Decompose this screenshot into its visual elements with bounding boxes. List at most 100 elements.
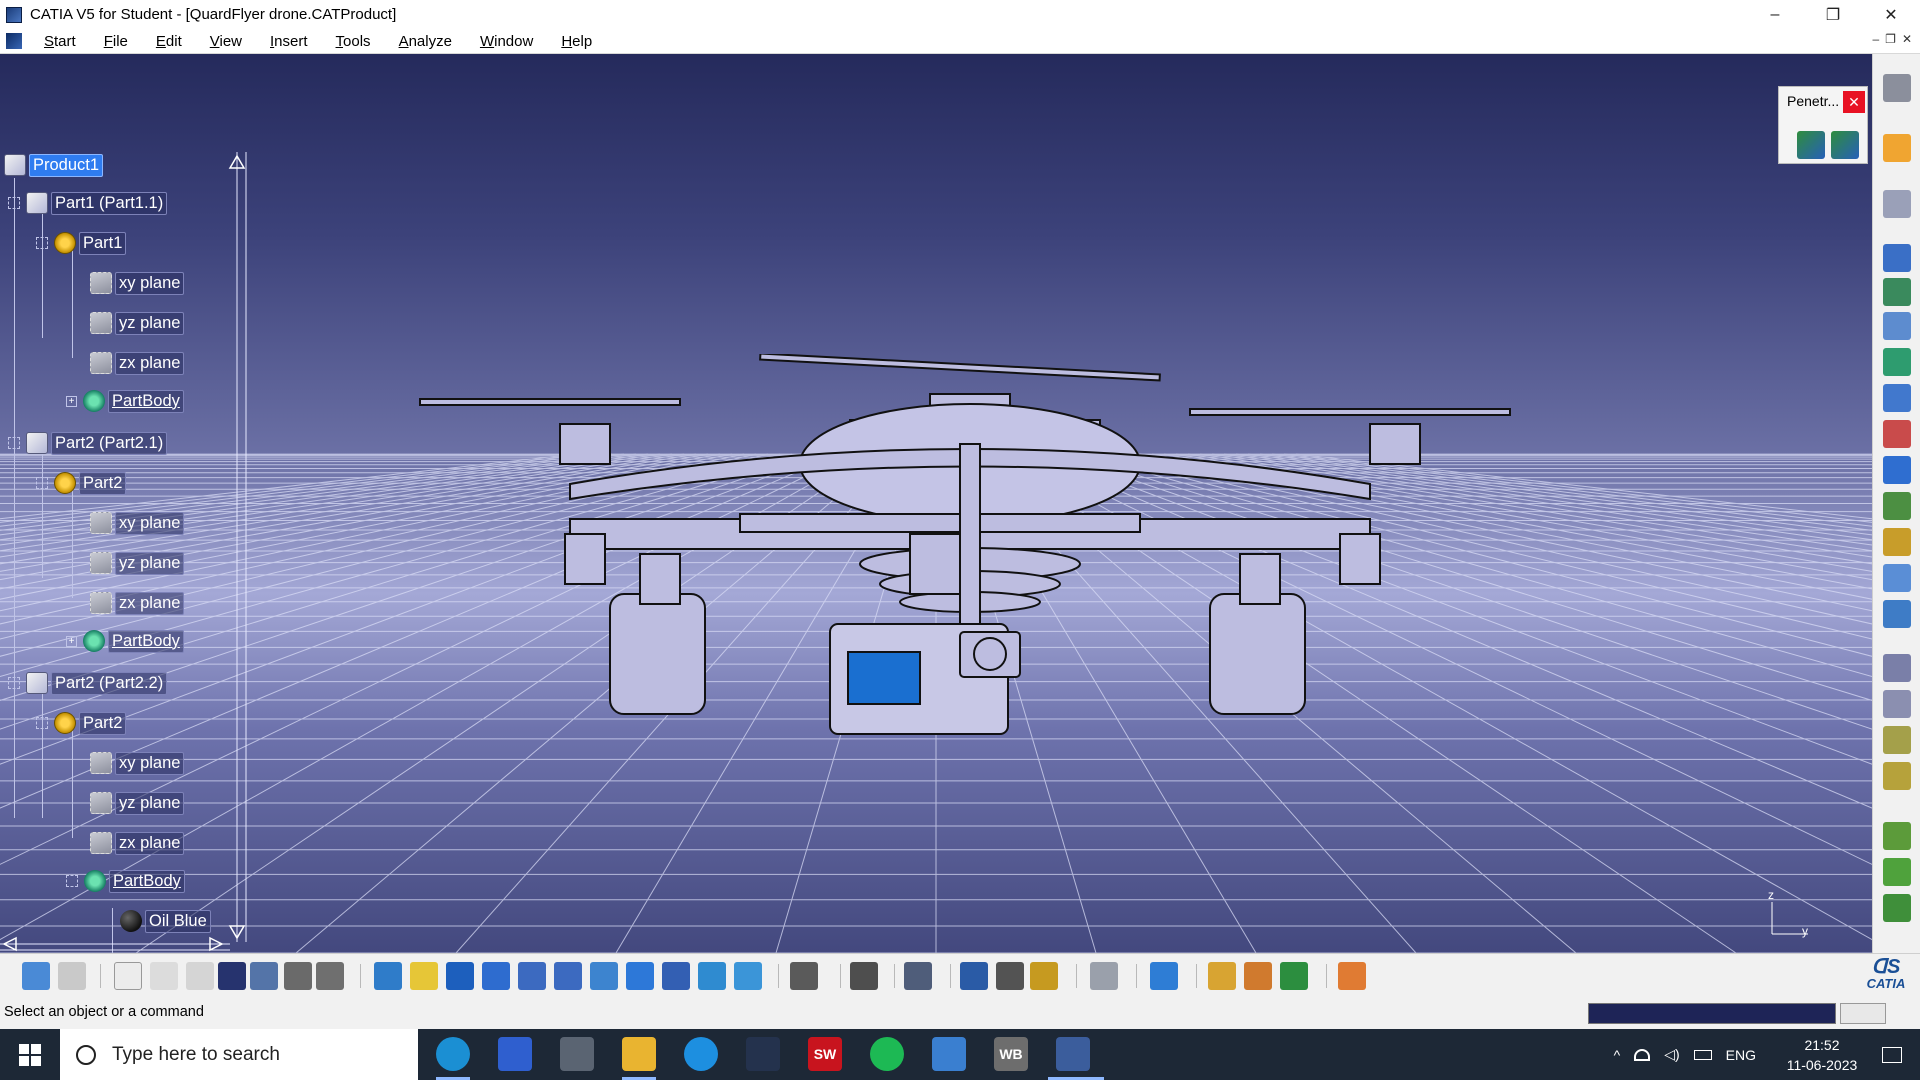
doc-minimize-button[interactable]: – — [1872, 32, 1879, 46]
tree-label[interactable]: Product1 — [29, 153, 104, 177]
wifi-icon[interactable] — [1634, 1048, 1651, 1061]
penetration-toolbar[interactable]: Penetr... ✕ — [1778, 86, 1868, 164]
penetration-check-icon[interactable] — [1797, 131, 1825, 159]
fit-all-in-icon[interactable] — [410, 962, 438, 990]
tree-label[interactable]: PartBody — [108, 389, 184, 413]
penetration-close-button[interactable]: ✕ — [1843, 91, 1865, 113]
zoom-out-icon[interactable] — [554, 962, 582, 990]
measure-between-icon[interactable] — [960, 962, 988, 990]
apply-material-icon[interactable] — [1150, 962, 1178, 990]
collapse-toggle[interactable] — [36, 477, 48, 489]
expand-toggle[interactable]: + — [66, 395, 77, 407]
drone-model[interactable] — [410, 354, 1530, 754]
tree-node[interactable]: Part2 (Part2.1) — [8, 430, 168, 456]
collapse-toggle[interactable] — [8, 197, 20, 209]
existing-component-icon[interactable] — [1883, 348, 1911, 376]
compass-tools-icon[interactable] — [1280, 962, 1308, 990]
collapse-toggle[interactable] — [36, 717, 48, 729]
tree-label[interactable]: yz plane — [115, 311, 185, 335]
collapse-toggle[interactable] — [66, 875, 78, 887]
taskbar-search-box[interactable]: Type here to search — [60, 1029, 418, 1080]
fast-multi-instantiation-icon[interactable] — [1883, 600, 1911, 628]
tree-label[interactable]: PartBody — [109, 869, 185, 893]
skype-icon[interactable] — [684, 1037, 718, 1071]
compass-icon[interactable] — [1883, 74, 1911, 102]
menu-insert[interactable]: Insert — [256, 33, 322, 50]
undo-icon[interactable] — [22, 962, 50, 990]
expand-toggle[interactable]: + — [66, 635, 77, 647]
collapse-toggle[interactable] — [8, 677, 20, 689]
menu-help[interactable]: Help — [547, 33, 606, 50]
shading-icon[interactable] — [662, 962, 690, 990]
notifications-icon[interactable] — [1882, 1046, 1902, 1063]
tree-node[interactable]: xy plane — [90, 510, 185, 536]
tree-label[interactable]: PartBody — [108, 629, 184, 653]
collapse-toggle[interactable] — [8, 437, 20, 449]
zoom-in-icon[interactable] — [518, 962, 546, 990]
power-input-button[interactable] — [1840, 1003, 1886, 1024]
redo-icon[interactable] — [58, 962, 86, 990]
tree-label[interactable]: Part1 (Part1.1) — [51, 191, 168, 215]
menu-file[interactable]: File — [90, 33, 142, 50]
replace-component-icon[interactable] — [1883, 384, 1911, 412]
close-button[interactable]: ✕ — [1862, 0, 1920, 29]
tree-vertical-scrollbar[interactable] — [226, 152, 248, 942]
ruler-icon[interactable] — [790, 962, 818, 990]
restore-button[interactable]: ❐ — [1804, 0, 1862, 29]
tree-horizontal-scrollbar[interactable] — [0, 936, 230, 952]
new-component-icon[interactable] — [1883, 244, 1911, 272]
tree-node[interactable]: Part1 — [36, 230, 127, 256]
tree-label[interactable]: zx plane — [115, 591, 185, 615]
tree-node[interactable]: Part1 (Part1.1) — [8, 190, 168, 216]
tree-node[interactable]: zx plane — [90, 350, 185, 376]
menu-analyze[interactable]: Analyze — [385, 33, 466, 50]
tree-node[interactable]: yz plane — [90, 550, 185, 576]
solidworks-icon[interactable]: SW — [808, 1037, 842, 1071]
measure-icon[interactable] — [284, 962, 312, 990]
swap-visible-space-icon[interactable] — [734, 962, 762, 990]
manipulation-icon[interactable] — [1883, 654, 1911, 682]
tree-node[interactable]: yz plane — [90, 790, 185, 816]
knowledge-icon[interactable] — [186, 962, 214, 990]
table-icon[interactable] — [218, 962, 246, 990]
snap-icon[interactable] — [1883, 690, 1911, 718]
tree-label[interactable]: xy plane — [115, 511, 185, 535]
normal-view-icon[interactable] — [590, 962, 618, 990]
tree-label[interactable]: Part2 (Part2.1) — [51, 431, 168, 455]
minimize-button[interactable]: – — [1746, 0, 1804, 29]
menu-view[interactable]: View — [196, 33, 256, 50]
tree-node[interactable]: Oil Blue — [120, 908, 211, 934]
tray-chevron-icon[interactable]: ^ — [1614, 1047, 1621, 1063]
sectioning-icon[interactable] — [316, 962, 344, 990]
collapse-toggle[interactable] — [36, 237, 48, 249]
offset-constraint-icon[interactable] — [1883, 894, 1911, 922]
catalog-icon[interactable] — [250, 962, 278, 990]
new-product-icon[interactable] — [1883, 278, 1911, 306]
tree-label[interactable]: Part2 — [79, 471, 127, 495]
tree-node[interactable]: + PartBody — [66, 628, 184, 654]
fly-mode-icon[interactable] — [374, 962, 402, 990]
capture-camera-icon[interactable] — [850, 962, 878, 990]
clash-icon[interactable] — [1090, 962, 1118, 990]
new-part-icon[interactable] — [1883, 312, 1911, 340]
tree-label[interactable]: yz plane — [115, 551, 185, 575]
clock[interactable]: 21:52 11-06-2023 — [1774, 1035, 1870, 1075]
tree-node[interactable]: Part2 — [36, 710, 127, 736]
measure-inertia-icon[interactable] — [1030, 962, 1058, 990]
catia-launcher-icon[interactable] — [746, 1037, 780, 1071]
tree-node[interactable]: xy plane — [90, 270, 185, 296]
select-trap-icon[interactable] — [1883, 190, 1911, 218]
3d-viewport[interactable]: Product1 Part1 (Part1.1) Part1 xy plane … — [0, 54, 1872, 953]
tree-label[interactable]: yz plane — [115, 791, 185, 815]
generate-numbering-icon[interactable] — [1883, 456, 1911, 484]
tree-node[interactable]: yz plane — [90, 310, 185, 336]
store-icon[interactable] — [932, 1037, 966, 1071]
battery-icon[interactable] — [1693, 1049, 1712, 1060]
pan-icon[interactable] — [446, 962, 474, 990]
doc-restore-button[interactable]: ❐ — [1885, 32, 1896, 46]
volume-icon[interactable]: ◁) — [1664, 1046, 1679, 1063]
catia-active-icon[interactable] — [1056, 1037, 1090, 1071]
manage-representations-icon[interactable] — [1883, 528, 1911, 556]
menu-edit[interactable]: Edit — [142, 33, 196, 50]
update-icon[interactable] — [904, 962, 932, 990]
